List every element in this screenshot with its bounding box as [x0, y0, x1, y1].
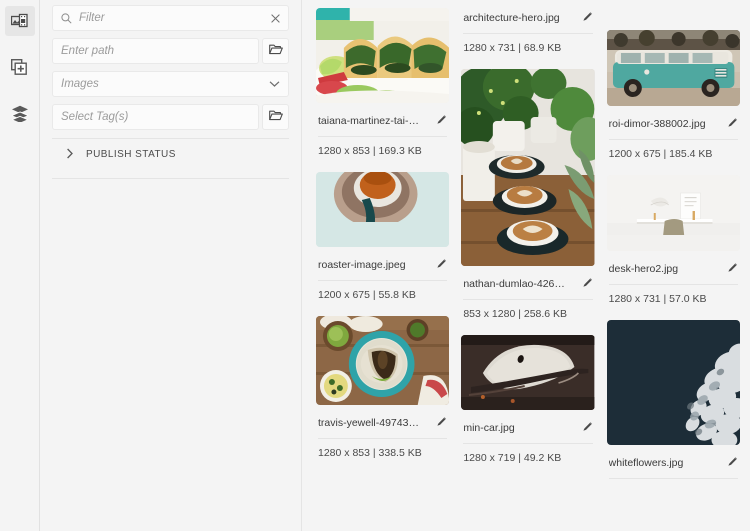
edit-pencil-icon[interactable]: [727, 454, 738, 472]
search-input[interactable]: [79, 12, 271, 24]
asset-filename: travis-yewell-497435-...: [318, 417, 422, 429]
panel-divider-bottom: [52, 178, 289, 179]
publish-status-label: PUBLISH STATUS: [86, 149, 176, 160]
copy-add-icon: [11, 58, 28, 76]
tags-browse-button[interactable]: [262, 104, 289, 130]
asset-grid-columns: taiana-martinez-tai-s-... 1280 x 853 | 1…: [316, 8, 740, 531]
asset-column: taiana-martinez-tai-s-... 1280 x 853 | 1…: [316, 8, 450, 531]
asset-filename: whiteflowers.jpg: [608, 457, 684, 469]
asset-card[interactable]: architecture-hero.jpg 1280 x 731 | 68.9 …: [461, 0, 594, 54]
asset-filename: desk-hero2.jpg: [608, 263, 679, 275]
asset-name-row: taiana-martinez-tai-s-...: [318, 103, 448, 137]
chevron-down-icon[interactable]: [269, 80, 288, 88]
asset-meta: roi-dimor-388002.jpg 1200 x 675 | 185.4 …: [607, 106, 740, 160]
icon-rail: [0, 0, 40, 531]
asset-column: architecture-hero.jpg 1280 x 731 | 68.9 …: [461, 0, 595, 531]
layers-icon: [10, 105, 29, 122]
asset-meta: desk-hero2.jpg 1280 x 731 | 57.0 KB: [607, 251, 740, 305]
asset-meta: roaster-image.jpeg 1200 x 675 | 55.8 KB: [316, 247, 449, 301]
dark-car-photo[interactable]: [461, 335, 595, 410]
folder-icon: [268, 42, 283, 60]
clear-filter-icon[interactable]: [271, 13, 288, 23]
rail-item-create[interactable]: [5, 52, 35, 82]
asset-meta: architecture-hero.jpg 1280 x 731 | 68.9 …: [461, 0, 594, 54]
asset-dimensions: 1200 x 675 | 55.8 KB: [318, 289, 416, 301]
folder-icon: [268, 108, 283, 126]
asset-grid[interactable]: taiana-martinez-tai-s-... 1280 x 853 | 1…: [302, 0, 750, 531]
chevron-right-icon: [66, 146, 74, 164]
asset-filename: min-car.jpg: [463, 422, 515, 434]
asset-dimensions: 1280 x 731 | 57.0 KB: [608, 293, 707, 305]
asset-meta: whiteflowers.jpg: [607, 445, 740, 479]
asset-browser: Images: [0, 0, 750, 531]
asset-meta: nathan-dumlao-4266... 853 x 1280 | 258.6…: [461, 266, 594, 320]
asset-name-row: roaster-image.jpeg: [318, 247, 448, 281]
desk-photo[interactable]: [606, 175, 740, 251]
rail-item-layers[interactable]: [5, 98, 35, 128]
asset-card[interactable]: desk-hero2.jpg 1280 x 731 | 57.0 KB: [606, 175, 740, 305]
asset-meta: min-car.jpg 1280 x 719 | 49.2 KB: [461, 410, 594, 464]
tacos-plate-photo[interactable]: [316, 316, 450, 405]
asset-filename: roaster-image.jpeg: [318, 259, 406, 271]
edit-pencil-icon[interactable]: [436, 414, 447, 432]
asset-dimensions: 1280 x 853 | 338.5 KB: [318, 447, 422, 459]
asset-card[interactable]: nathan-dumlao-4266... 853 x 1280 | 258.6…: [461, 69, 595, 320]
asset-dimensions: 1280 x 731 | 68.9 KB: [463, 42, 562, 54]
edit-pencil-icon[interactable]: [582, 275, 593, 293]
tags-input[interactable]: [61, 111, 250, 123]
rail-item-assets[interactable]: [4, 6, 35, 36]
asset-card[interactable]: roaster-image.jpeg 1200 x 675 | 55.8 KB: [316, 172, 450, 301]
asset-name-row: roi-dimor-388002.jpg: [608, 106, 738, 140]
publish-status-accordion[interactable]: PUBLISH STATUS: [52, 139, 289, 170]
path-field: [52, 38, 289, 64]
tacos-photo[interactable]: [316, 8, 450, 103]
asset-dimensions: 853 x 1280 | 258.6 KB: [463, 308, 568, 320]
vw-bus-photo[interactable]: [606, 30, 740, 106]
asset-name-row: min-car.jpg: [463, 410, 593, 444]
asset-card[interactable]: roi-dimor-388002.jpg 1200 x 675 | 185.4 …: [606, 30, 740, 160]
edit-pencil-icon[interactable]: [436, 256, 447, 274]
edit-pencil-icon[interactable]: [582, 9, 593, 27]
search-icon: [61, 12, 72, 24]
filter-field: [52, 5, 289, 31]
assets-media-icon: [11, 13, 28, 30]
asset-name-row: whiteflowers.jpg: [608, 445, 738, 479]
asset-type-value: Images: [61, 78, 99, 90]
asset-meta: travis-yewell-497435-... 1280 x 853 | 33…: [316, 405, 449, 459]
edit-pencil-icon[interactable]: [582, 419, 593, 437]
filter-panel: Images: [40, 0, 302, 531]
asset-meta: taiana-martinez-tai-s-... 1280 x 853 | 1…: [316, 103, 449, 157]
asset-filename: roi-dimor-388002.jpg: [608, 118, 706, 130]
white-flowers-photo[interactable]: [606, 320, 740, 445]
coffee-roaster-photo[interactable]: [316, 172, 450, 247]
asset-dimensions: 1280 x 853 | 169.3 KB: [318, 145, 422, 157]
edit-pencil-icon[interactable]: [727, 260, 738, 278]
asset-name-row: nathan-dumlao-4266...: [463, 266, 593, 300]
asset-filename: taiana-martinez-tai-s-...: [318, 115, 422, 127]
asset-card[interactable]: min-car.jpg 1280 x 719 | 49.2 KB: [461, 335, 595, 464]
asset-name-row: travis-yewell-497435-...: [318, 405, 448, 439]
asset-type-select[interactable]: Images: [52, 71, 289, 97]
asset-filename: nathan-dumlao-4266...: [463, 278, 568, 290]
asset-card[interactable]: taiana-martinez-tai-s-... 1280 x 853 | 1…: [316, 8, 450, 157]
path-input[interactable]: [61, 45, 250, 57]
edit-pencil-icon[interactable]: [727, 115, 738, 133]
latte-plants-photo[interactable]: [461, 69, 595, 266]
asset-column: roi-dimor-388002.jpg 1200 x 675 | 185.4 …: [606, 30, 740, 531]
asset-card[interactable]: travis-yewell-497435-... 1280 x 853 | 33…: [316, 316, 450, 459]
asset-dimensions: 1200 x 675 | 185.4 KB: [608, 148, 713, 160]
asset-name-row: architecture-hero.jpg: [463, 0, 593, 34]
path-browse-button[interactable]: [262, 38, 289, 64]
asset-filename: architecture-hero.jpg: [463, 12, 560, 24]
asset-card[interactable]: whiteflowers.jpg: [606, 320, 740, 479]
asset-name-row: desk-hero2.jpg: [608, 251, 738, 285]
edit-pencil-icon[interactable]: [436, 112, 447, 130]
asset-dimensions: 1280 x 719 | 49.2 KB: [463, 452, 562, 464]
tags-field: [52, 104, 289, 130]
